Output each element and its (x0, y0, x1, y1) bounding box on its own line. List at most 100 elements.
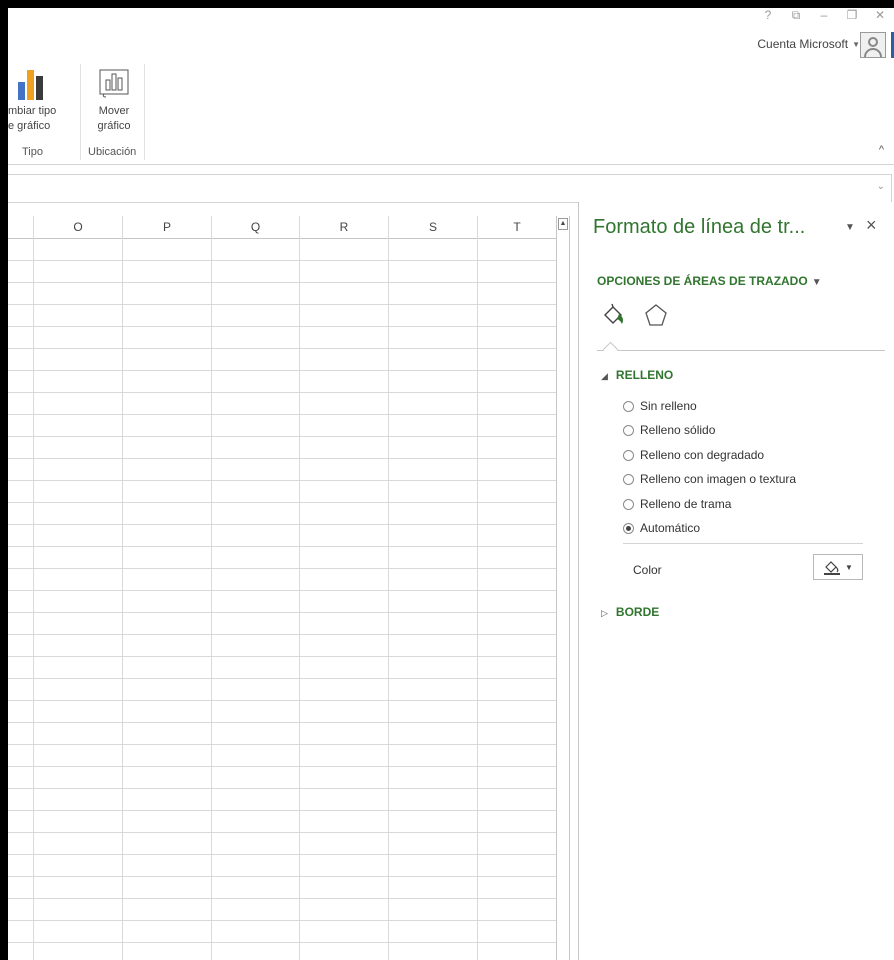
table-row[interactable] (8, 855, 556, 877)
pane-title: Formato de línea de tr... (593, 216, 806, 238)
account-label: Cuenta Microsoft (757, 37, 849, 51)
avatar[interactable] (860, 32, 886, 58)
expand-formula-bar-icon[interactable]: ⌄ (877, 181, 885, 192)
fill-option-pattern[interactable]: Relleno de trama (623, 497, 731, 511)
table-row[interactable] (8, 877, 556, 899)
table-row[interactable] (8, 481, 556, 503)
group-label-tipo: Tipo (22, 146, 43, 158)
table-row[interactable] (8, 305, 556, 327)
fill-option-picture[interactable]: Relleno con imagen o textura (623, 472, 796, 486)
column-header-s[interactable]: S (389, 216, 478, 238)
options-dropdown[interactable]: OPCIONES DE ÁREAS DE TRAZADO ▼ (597, 274, 822, 288)
table-row[interactable] (8, 261, 556, 283)
table-row[interactable] (8, 657, 556, 679)
close-window-icon[interactable]: ✕ (872, 8, 888, 23)
table-row[interactable] (8, 811, 556, 833)
table-row[interactable] (8, 525, 556, 547)
table-row[interactable] (8, 569, 556, 591)
fill-color-button[interactable]: ▼ (813, 554, 863, 580)
color-label: Color (633, 563, 662, 577)
move-chart-button[interactable]: Mover gráfico (84, 68, 144, 134)
chevron-down-icon: ▼ (845, 562, 853, 572)
radio-relleno-trama[interactable] (623, 498, 634, 510)
table-row[interactable] (8, 943, 556, 960)
excel-window: ? ⧉ – ❐ ✕ Cuenta Microsoft ▼ mbiar tipo … (8, 8, 894, 960)
column-header-q[interactable]: Q (212, 216, 300, 238)
radio-relleno-solido[interactable] (623, 424, 634, 436)
section-borde[interactable]: ▷ BORDE (601, 605, 659, 619)
table-row[interactable] (8, 767, 556, 789)
table-row[interactable] (8, 701, 556, 723)
column-header-t[interactable]: T (478, 216, 556, 238)
options-label: OPCIONES DE ÁREAS DE TRAZADO (597, 274, 808, 288)
change-chart-type-button[interactable]: mbiar tipo e gráfico (8, 68, 76, 134)
table-row[interactable] (8, 437, 556, 459)
radio-relleno-imagen[interactable] (623, 473, 634, 485)
move-chart-icon (99, 69, 129, 98)
change-chart-type-label-1: mbiar tipo (8, 105, 57, 117)
fill-option-label: Automático (640, 521, 701, 535)
table-row[interactable] (8, 789, 556, 811)
collapse-ribbon-icon[interactable]: ^ (879, 144, 884, 156)
fill-option-none[interactable]: Sin relleno (623, 399, 697, 413)
fill-option-automatic[interactable]: Automático (623, 521, 700, 535)
table-row[interactable] (8, 349, 556, 371)
fill-option-label: Relleno de trama (640, 497, 732, 511)
worksheet-grid[interactable]: O P Q R S T (8, 216, 556, 960)
fill-line-tab-icon[interactable] (601, 302, 627, 328)
table-row[interactable] (8, 547, 556, 569)
fill-option-label: Relleno con imagen o textura (640, 472, 797, 486)
effects-tab-icon[interactable] (643, 302, 669, 328)
table-row[interactable] (8, 503, 556, 525)
section-borde-label: BORDE (615, 605, 660, 619)
table-row[interactable] (8, 239, 556, 261)
collapse-triangle-icon: ◢ (601, 371, 608, 381)
section-relleno[interactable]: ◢ RELLENO (601, 368, 673, 382)
radio-automatico[interactable] (623, 522, 634, 534)
ribbon-separator (80, 64, 81, 160)
chevron-down-icon: ▼ (852, 39, 860, 49)
column-header-r[interactable]: R (300, 216, 389, 238)
table-row[interactable] (8, 723, 556, 745)
column-header-p[interactable]: P (123, 216, 212, 238)
table-row[interactable] (8, 635, 556, 657)
table-row[interactable] (8, 283, 556, 305)
table-row[interactable] (8, 415, 556, 437)
table-row[interactable] (8, 745, 556, 767)
table-row[interactable] (8, 833, 556, 855)
fill-option-gradient[interactable]: Relleno con degradado (623, 448, 764, 462)
avatar-head-shape (868, 37, 878, 47)
minimize-icon[interactable]: – (816, 8, 832, 23)
ribbon-display-options-icon[interactable]: ⧉ (788, 8, 804, 23)
table-row[interactable] (8, 459, 556, 481)
close-pane-icon[interactable]: × (866, 215, 877, 236)
grid-rows (8, 239, 556, 960)
group-label-ubicacion: Ubicación (88, 146, 137, 158)
radio-sin-relleno[interactable] (623, 400, 634, 412)
avatar-body-shape (864, 48, 882, 57)
table-row[interactable] (8, 679, 556, 701)
table-row[interactable] (8, 393, 556, 415)
fill-option-solid[interactable]: Relleno sólido (623, 423, 715, 437)
column-header-partial[interactable] (8, 216, 34, 238)
column-header-o[interactable]: O (34, 216, 123, 238)
table-row[interactable] (8, 371, 556, 393)
account-menu[interactable]: Cuenta Microsoft ▼ (757, 37, 860, 51)
table-row[interactable] (8, 591, 556, 613)
scroll-up-icon[interactable]: ▲ (558, 218, 568, 230)
fill-option-label: Sin relleno (640, 399, 697, 413)
radio-relleno-degradado[interactable] (623, 449, 634, 461)
table-row[interactable] (8, 613, 556, 635)
window-controls: ? ⧉ – ❐ ✕ (760, 8, 888, 23)
table-row[interactable] (8, 327, 556, 349)
help-icon[interactable]: ? (760, 8, 776, 23)
change-chart-type-label-2: e gráfico (8, 120, 51, 132)
vertical-scrollbar[interactable]: ▲ (556, 216, 570, 960)
table-row[interactable] (8, 899, 556, 921)
restore-icon[interactable]: ❐ (844, 8, 860, 23)
format-task-pane: Formato de línea de tr... ▼ × OPCIONES D… (578, 202, 894, 960)
pane-options-icon[interactable]: ▼ (845, 222, 855, 233)
formula-bar[interactable]: ⌄ (8, 174, 892, 203)
expand-triangle-icon: ▷ (601, 608, 608, 618)
table-row[interactable] (8, 921, 556, 943)
